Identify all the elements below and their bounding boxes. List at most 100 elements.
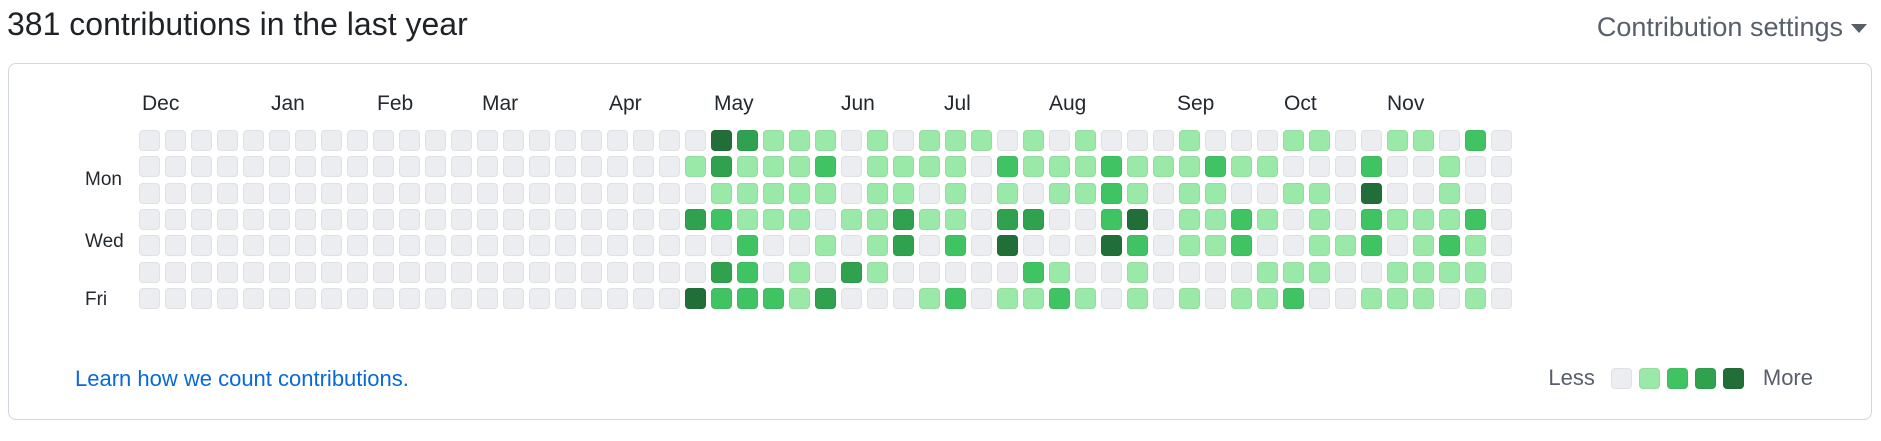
contribution-day-cell[interactable]: [581, 156, 602, 178]
contribution-day-cell[interactable]: [685, 156, 706, 178]
contribution-day-cell[interactable]: [841, 156, 862, 178]
contribution-day-cell[interactable]: [243, 235, 264, 257]
contribution-day-cell[interactable]: [1023, 182, 1044, 204]
contribution-day-cell[interactable]: [1335, 156, 1356, 178]
contribution-day-cell[interactable]: [243, 130, 264, 151]
contribution-day-cell[interactable]: [1023, 235, 1044, 257]
contribution-day-cell[interactable]: [1335, 130, 1356, 151]
contribution-day-cell[interactable]: [1413, 182, 1434, 204]
contribution-day-cell[interactable]: [945, 287, 966, 309]
contribution-day-cell[interactable]: [1361, 261, 1382, 283]
contribution-day-cell[interactable]: [971, 208, 992, 230]
contribution-day-cell[interactable]: [139, 261, 160, 283]
contribution-day-cell[interactable]: [373, 208, 394, 230]
contribution-day-cell[interactable]: [1101, 235, 1122, 257]
contribution-day-cell[interactable]: [1309, 156, 1330, 178]
contribution-day-cell[interactable]: [503, 156, 524, 178]
contribution-day-cell[interactable]: [659, 130, 680, 151]
contribution-day-cell[interactable]: [789, 287, 810, 309]
contribution-day-cell[interactable]: [685, 235, 706, 257]
contribution-day-cell[interactable]: [165, 130, 186, 151]
contribution-day-cell[interactable]: [1283, 235, 1304, 257]
contribution-day-cell[interactable]: [789, 182, 810, 204]
contribution-day-cell[interactable]: [269, 130, 290, 151]
contribution-day-cell[interactable]: [295, 156, 316, 178]
contribution-day-cell[interactable]: [1179, 182, 1200, 204]
contribution-day-cell[interactable]: [243, 156, 264, 178]
contribution-day-cell[interactable]: [1023, 261, 1044, 283]
contribution-day-cell[interactable]: [399, 156, 420, 178]
contribution-day-cell[interactable]: [633, 208, 654, 230]
contribution-day-cell[interactable]: [1231, 235, 1252, 257]
contribution-day-cell[interactable]: [789, 208, 810, 230]
contribution-day-cell[interactable]: [1465, 208, 1486, 230]
contribution-day-cell[interactable]: [1335, 182, 1356, 204]
contribution-day-cell[interactable]: [1101, 156, 1122, 178]
contribution-day-cell[interactable]: [1283, 182, 1304, 204]
contribution-day-cell[interactable]: [763, 156, 784, 178]
contribution-day-cell[interactable]: [139, 208, 160, 230]
contribution-day-cell[interactable]: [1049, 287, 1070, 309]
contribution-day-cell[interactable]: [425, 287, 446, 309]
contribution-day-cell[interactable]: [477, 287, 498, 309]
contribution-day-cell[interactable]: [295, 208, 316, 230]
contribution-day-cell[interactable]: [555, 130, 576, 151]
contribution-day-cell[interactable]: [1413, 261, 1434, 283]
contribution-day-cell[interactable]: [1101, 182, 1122, 204]
contribution-day-cell[interactable]: [919, 156, 940, 178]
contribution-day-cell[interactable]: [1335, 235, 1356, 257]
contribution-day-cell[interactable]: [373, 156, 394, 178]
contribution-day-cell[interactable]: [399, 261, 420, 283]
contribution-day-cell[interactable]: [971, 235, 992, 257]
contribution-day-cell[interactable]: [529, 287, 550, 309]
contribution-day-cell[interactable]: [711, 182, 732, 204]
contribution-day-cell[interactable]: [347, 235, 368, 257]
contribution-day-cell[interactable]: [1127, 287, 1148, 309]
contribution-day-cell[interactable]: [997, 261, 1018, 283]
contribution-day-cell[interactable]: [191, 130, 212, 151]
contribution-day-cell[interactable]: [503, 261, 524, 283]
contribution-day-cell[interactable]: [945, 261, 966, 283]
contribution-day-cell[interactable]: [451, 182, 472, 204]
contribution-day-cell[interactable]: [581, 130, 602, 151]
contribution-day-cell[interactable]: [1413, 287, 1434, 309]
contribution-day-cell[interactable]: [1179, 261, 1200, 283]
contribution-day-cell[interactable]: [477, 208, 498, 230]
contribution-day-cell[interactable]: [1179, 287, 1200, 309]
contribution-day-cell[interactable]: [815, 182, 836, 204]
contribution-day-cell[interactable]: [295, 287, 316, 309]
contribution-day-cell[interactable]: [1283, 287, 1304, 309]
contribution-day-cell[interactable]: [373, 287, 394, 309]
contribution-day-cell[interactable]: [555, 235, 576, 257]
contribution-day-cell[interactable]: [711, 261, 732, 283]
contribution-day-cell[interactable]: [737, 235, 758, 257]
contribution-day-cell[interactable]: [477, 156, 498, 178]
contribution-day-cell[interactable]: [1361, 182, 1382, 204]
contribution-day-cell[interactable]: [1127, 208, 1148, 230]
contribution-day-cell[interactable]: [1049, 235, 1070, 257]
contribution-day-cell[interactable]: [269, 182, 290, 204]
contribution-day-cell[interactable]: [607, 156, 628, 178]
contribution-day-cell[interactable]: [1049, 130, 1070, 151]
contribution-day-cell[interactable]: [1205, 287, 1226, 309]
contribution-day-cell[interactable]: [425, 261, 446, 283]
contribution-day-cell[interactable]: [503, 235, 524, 257]
contribution-day-cell[interactable]: [893, 130, 914, 151]
contribution-day-cell[interactable]: [1075, 130, 1096, 151]
contribution-day-cell[interactable]: [373, 182, 394, 204]
contribution-day-cell[interactable]: [841, 182, 862, 204]
contribution-day-cell[interactable]: [945, 208, 966, 230]
contribution-day-cell[interactable]: [1231, 182, 1252, 204]
contribution-day-cell[interactable]: [1413, 235, 1434, 257]
contribution-day-cell[interactable]: [1465, 287, 1486, 309]
contribution-day-cell[interactable]: [789, 156, 810, 178]
contribution-day-cell[interactable]: [399, 208, 420, 230]
contribution-day-cell[interactable]: [1257, 235, 1278, 257]
contribution-day-cell[interactable]: [425, 208, 446, 230]
contribution-day-cell[interactable]: [945, 156, 966, 178]
contribution-day-cell[interactable]: [269, 287, 290, 309]
contribution-day-cell[interactable]: [321, 156, 342, 178]
contribution-day-cell[interactable]: [243, 208, 264, 230]
contribution-day-cell[interactable]: [763, 182, 784, 204]
contribution-day-cell[interactable]: [217, 208, 238, 230]
